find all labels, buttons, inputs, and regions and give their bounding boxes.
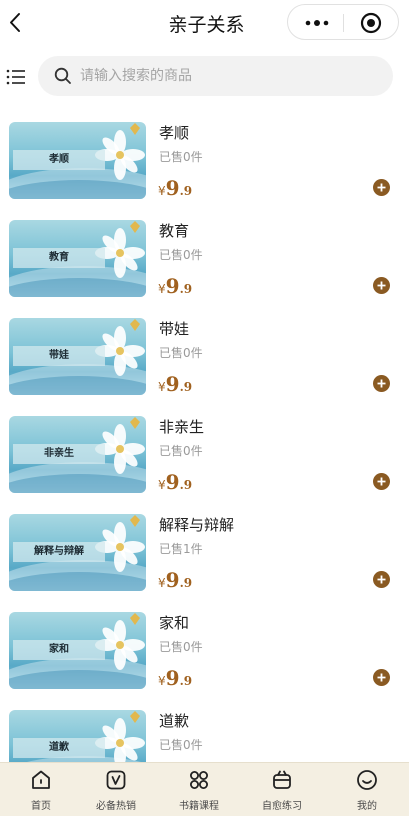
tab-label: 书籍课程 (179, 801, 219, 812)
thumbnail-label: 教育 (49, 252, 69, 263)
product-item[interactable]: 带娃 带娃 已售0件 ¥9.9 (0, 306, 413, 404)
product-name: 道歉 (159, 712, 190, 730)
product-item[interactable]: 道歉 道歉 已售0件 ¥9.9 (0, 698, 413, 762)
product-price: ¥9.9 (158, 470, 193, 494)
product-price: ¥9.9 (158, 176, 193, 200)
category-list-icon[interactable] (6, 68, 26, 86)
practice-icon (273, 770, 291, 789)
capsule-divider (343, 14, 344, 32)
close-target-icon[interactable] (360, 12, 382, 34)
product-name: 孝顺 (159, 124, 190, 142)
add-to-cart-button[interactable] (373, 473, 390, 490)
product-thumbnail: 非亲生 (9, 416, 146, 493)
search-icon (54, 67, 72, 85)
tab-home[interactable]: 首页 (0, 763, 82, 816)
sold-count: 已售0件 (159, 640, 203, 654)
product-thumbnail: 带娃 (9, 318, 146, 395)
product-name: 非亲生 (159, 418, 205, 436)
add-to-cart-button[interactable] (373, 375, 390, 392)
nav-header: 亲子关系 (0, 0, 413, 46)
add-to-cart-button[interactable] (373, 669, 390, 686)
product-item[interactable]: 非亲生 非亲生 已售0件 ¥9.9 (0, 404, 413, 502)
add-to-cart-button[interactable] (373, 277, 390, 294)
tab-profile[interactable]: 我的 (326, 763, 408, 816)
product-thumbnail: 孝顺 (9, 122, 146, 199)
search-row (0, 56, 413, 98)
sold-count: 已售0件 (159, 248, 203, 262)
product-price: ¥9.9 (158, 666, 193, 690)
gem-icon (130, 319, 140, 331)
tab-label: 必备热销 (96, 801, 136, 812)
gem-icon (130, 613, 140, 625)
search-input[interactable] (80, 56, 380, 96)
product-item[interactable]: 教育 教育 已售0件 ¥9.9 (0, 208, 413, 306)
thumbnail-label: 道歉 (49, 742, 69, 753)
courses-grid-icon (190, 771, 208, 789)
product-thumbnail: 解释与辩解 (9, 514, 146, 591)
sold-count: 已售0件 (159, 346, 203, 360)
search-bar[interactable] (38, 56, 393, 96)
thumbnail-label: 非亲生 (44, 448, 74, 459)
product-item[interactable]: 孝顺 孝顺 已售0件 ¥9.9 (0, 110, 413, 208)
sold-count: 已售0件 (159, 738, 203, 752)
add-to-cart-button[interactable] (373, 571, 390, 588)
tab-hot-sale[interactable]: 必备热销 (75, 763, 157, 816)
product-name: 带娃 (159, 320, 190, 338)
add-to-cart-button[interactable] (373, 179, 390, 196)
gem-icon (130, 515, 140, 527)
hot-sale-icon (106, 770, 126, 790)
sold-count: 已售0件 (159, 444, 203, 458)
gem-icon (130, 123, 140, 135)
thumbnail-label: 家和 (49, 644, 69, 655)
mini-program-capsule (287, 4, 399, 40)
sold-count: 已售1件 (159, 542, 203, 556)
product-price: ¥9.9 (158, 274, 193, 298)
thumbnail-label: 孝顺 (49, 154, 69, 165)
sold-count: 已售0件 (159, 150, 203, 164)
thumbnail-label: 解释与辩解 (34, 546, 84, 557)
gem-icon (130, 417, 140, 429)
product-price: ¥9.9 (158, 372, 193, 396)
tab-courses[interactable]: 书籍课程 (158, 763, 240, 816)
thumbnail-label: 带娃 (49, 350, 69, 361)
product-price: ¥9.9 (158, 568, 193, 592)
home-icon (32, 770, 50, 789)
product-name: 解释与辩解 (159, 516, 235, 534)
product-name: 教育 (159, 222, 190, 240)
product-list: 孝顺 孝顺 已售0件 ¥9.9 教育 教育 已售0件 ¥9.9 带娃 带娃 已售… (0, 110, 413, 762)
product-name: 家和 (159, 614, 190, 632)
more-icon[interactable] (302, 15, 332, 31)
tab-label: 首页 (31, 801, 51, 812)
product-item[interactable]: 解释与辩解 解释与辩解 已售1件 ¥9.9 (0, 502, 413, 600)
product-thumbnail: 家和 (9, 612, 146, 689)
smiley-icon (357, 770, 377, 790)
product-item[interactable]: 家和 家和 已售0件 ¥9.9 (0, 600, 413, 698)
tab-label: 我的 (357, 801, 377, 812)
gem-icon (130, 221, 140, 233)
bottom-tab-bar: 首页 必备热销 书籍课程 自愈练习 我的 (0, 762, 409, 816)
gem-icon (130, 711, 140, 723)
product-thumbnail: 教育 (9, 220, 146, 297)
tab-practice[interactable]: 自愈练习 (241, 763, 323, 816)
product-thumbnail: 道歉 (9, 710, 146, 762)
tab-label: 自愈练习 (262, 801, 302, 812)
